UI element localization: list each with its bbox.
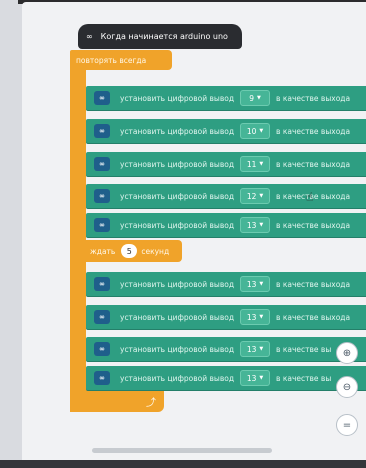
wait-prefix: ждать xyxy=(90,246,116,256)
chevron-down-icon: ▼ xyxy=(259,346,264,352)
wait-seconds-block[interactable]: ждать 5 секунд xyxy=(82,240,182,262)
block-label: установить цифровой вывод xyxy=(120,191,235,201)
pin-dropdown[interactable]: 10 ▼ xyxy=(240,123,271,139)
equals-icon[interactable]: = xyxy=(336,414,358,436)
mode-label: в качестве выхода xyxy=(276,312,351,322)
wait-seconds-input[interactable]: 5 xyxy=(121,244,138,258)
loop-arrow-icon: ⤴ xyxy=(146,398,156,409)
chevron-down-icon: ▼ xyxy=(259,375,264,381)
block-label: установить цифровой вывод xyxy=(120,220,235,230)
device-bezel-bottom xyxy=(0,460,366,468)
mode-label: в качестве вы xyxy=(276,344,332,354)
mode-label: в качестве выхода xyxy=(276,279,351,289)
hat-block-label: Когда начинается arduino uno xyxy=(100,32,228,41)
pin-dropdown[interactable]: 13 ▼ xyxy=(240,341,271,357)
mode-label: в качестве выхода xyxy=(276,126,351,136)
infinity-icon: ∞ xyxy=(86,32,93,41)
block-label: установить цифровой вывод xyxy=(120,126,235,136)
infinity-icon: ∞ xyxy=(94,342,110,356)
infinity-icon: ∞ xyxy=(94,189,110,203)
mode-label: в качестве выхода xyxy=(276,93,351,103)
infinity-icon: ∞ xyxy=(94,218,110,232)
infinity-icon: ∞ xyxy=(94,277,110,291)
digital-write-block[interactable]: ∞ установить цифровой вывод 13 ▼ в качест… xyxy=(86,272,366,296)
hand-cursor-icon: ☝ xyxy=(306,190,314,204)
pin-value: 13 xyxy=(246,220,257,230)
pin-dropdown[interactable]: 12 ▼ xyxy=(240,188,271,204)
mode-label: в качестве выхода xyxy=(276,159,351,169)
chevron-down-icon: ▼ xyxy=(259,281,264,287)
block-label: установить цифровой вывод xyxy=(120,373,235,383)
chevron-down-icon: ▼ xyxy=(256,95,261,101)
digital-write-block[interactable]: ∞ установить цифровой вывод 13 ▼ в качест… xyxy=(86,213,366,237)
digital-write-block[interactable]: ∞ установить цифровой вывод 13 ▼ в качест… xyxy=(86,337,366,361)
pin-dropdown[interactable]: 13 ▼ xyxy=(240,217,271,233)
when-arduino-starts-block[interactable]: ∞ Когда начинается arduino uno xyxy=(78,24,242,49)
pin-value: 13 xyxy=(246,279,257,289)
infinity-icon: ∞ xyxy=(94,371,110,385)
mode-label: в качестве выхода xyxy=(276,220,351,230)
digital-write-block[interactable]: ∞ установить цифровой вывод 9 ▼ в качеств… xyxy=(86,86,366,110)
pin-dropdown[interactable]: 13 ▼ xyxy=(240,309,271,325)
repeat-forever-block[interactable]: повторять всегда xyxy=(70,50,172,70)
pin-value: 12 xyxy=(246,191,257,201)
pin-value: 13 xyxy=(246,344,257,354)
chevron-down-icon: ▼ xyxy=(259,161,264,167)
pin-dropdown[interactable]: 9 ▼ xyxy=(240,90,271,106)
infinity-icon: ∞ xyxy=(94,124,110,138)
digital-write-block[interactable]: ∞ установить цифровой вывод 10 ▼ в качест… xyxy=(86,119,366,143)
block-label: установить цифровой вывод xyxy=(120,279,235,289)
pin-dropdown[interactable]: 11 ▼ xyxy=(240,156,271,172)
horizontal-scrollbar[interactable] xyxy=(92,448,272,453)
block-label: установить цифровой вывод xyxy=(120,159,235,169)
zoom-in-icon[interactable]: ⊕ xyxy=(336,342,358,364)
chevron-down-icon: ▼ xyxy=(259,314,264,320)
pin-value: 13 xyxy=(246,373,257,383)
chevron-down-icon: ▼ xyxy=(259,128,264,134)
block-label: установить цифровой вывод xyxy=(120,93,235,103)
digital-write-block[interactable]: ∞ установить цифровой вывод 13 ▼ в качест… xyxy=(86,366,366,390)
pin-value: 11 xyxy=(246,159,257,169)
block-label: установить цифровой вывод xyxy=(120,312,235,322)
mode-label: в качестве вы xyxy=(276,373,332,383)
chevron-down-icon: ▼ xyxy=(259,193,264,199)
digital-write-block[interactable]: ∞ установить цифровой вывод 13 ▼ в качест… xyxy=(86,305,366,329)
zoom-out-icon[interactable]: ⊖ xyxy=(336,376,358,398)
digital-write-block[interactable]: ∞ установить цифровой вывод 12 ▼ в качест… xyxy=(86,184,366,208)
digital-write-block[interactable]: ∞ установить цифровой вывод 11 ▼ в качест… xyxy=(86,152,366,176)
pin-value: 9 xyxy=(249,93,254,103)
wait-suffix: секунд xyxy=(141,246,170,256)
repeat-forever-label: повторять всегда xyxy=(76,55,147,65)
block-label: установить цифровой вывод xyxy=(120,344,235,354)
pin-value: 10 xyxy=(246,126,257,136)
pin-dropdown[interactable]: 13 ▼ xyxy=(240,276,271,292)
chevron-down-icon: ▼ xyxy=(259,222,264,228)
pin-value: 13 xyxy=(246,312,257,322)
infinity-icon: ∞ xyxy=(94,157,110,171)
pin-dropdown[interactable]: 13 ▼ xyxy=(240,370,271,386)
infinity-icon: ∞ xyxy=(94,91,110,105)
infinity-icon: ∞ xyxy=(94,310,110,324)
